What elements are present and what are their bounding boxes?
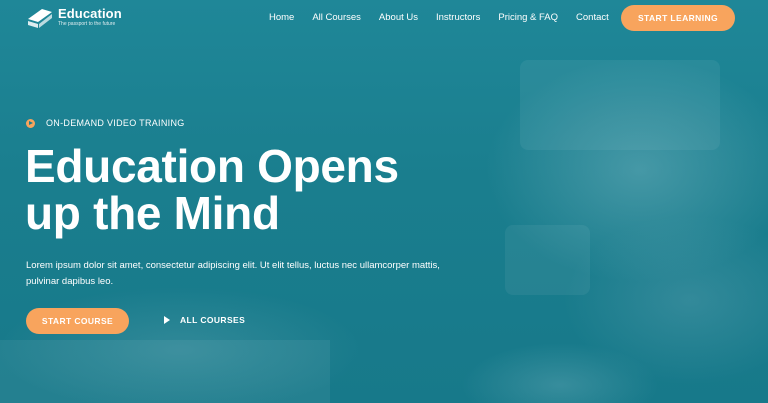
all-courses-link[interactable]: ALL COURSES	[164, 315, 245, 325]
background-photo-window	[520, 60, 720, 150]
headline-line-1: Education Opens	[25, 140, 399, 192]
hero-headline: Education Opens up the Mind	[25, 143, 465, 237]
play-circle-icon	[26, 118, 35, 128]
logo-tagline: The passport to the future	[58, 21, 116, 27]
graduation-book-icon	[28, 9, 52, 28]
site-logo[interactable]: Education The passport to the future	[26, 6, 122, 28]
nav-all-courses[interactable]: All Courses	[312, 12, 361, 23]
nav-about-us[interactable]: About Us	[379, 12, 418, 23]
background-photo-laptop	[0, 340, 330, 403]
start-course-button[interactable]: START COURSE	[26, 308, 129, 334]
start-learning-button[interactable]: START LEARNING	[621, 5, 735, 31]
site-header: Education The passport to the future Hom…	[0, 0, 768, 36]
logo-title: Education	[58, 6, 122, 21]
nav-pricing-faq[interactable]: Pricing & FAQ	[498, 12, 558, 23]
nav-home[interactable]: Home	[269, 12, 294, 23]
hero-eyebrow: ON-DEMAND VIDEO TRAINING	[26, 118, 185, 128]
hero-description: Lorem ipsum dolor sit amet, consectetur …	[26, 260, 440, 287]
eyebrow-text: ON-DEMAND VIDEO TRAINING	[46, 118, 185, 128]
nav-instructors[interactable]: Instructors	[436, 12, 480, 23]
main-navigation: Home All Courses About Us Instructors Pr…	[269, 12, 627, 23]
nav-contact[interactable]: Contact	[576, 12, 609, 23]
play-triangle-icon	[164, 316, 170, 324]
all-courses-label: ALL COURSES	[180, 315, 246, 325]
background-photo-mug	[505, 225, 590, 295]
headline-line-2: up the Mind	[25, 187, 280, 239]
